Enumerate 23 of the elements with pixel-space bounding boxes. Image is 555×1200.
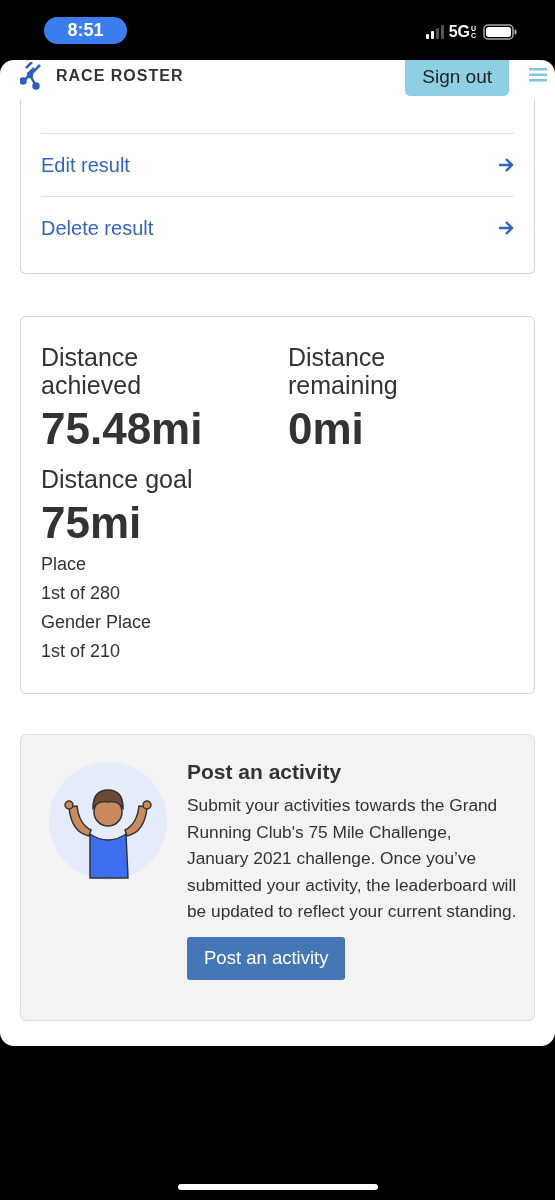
sign-out-button[interactable]: Sign out <box>405 60 509 96</box>
section-title: Post an activity <box>187 760 343 784</box>
signal-icon <box>425 25 444 39</box>
result-link[interactable]: Delete result <box>41 216 154 240</box>
detail-text: Place <box>41 553 88 576</box>
stat-value: 75.48mi <box>41 403 204 455</box>
network-label: 5G <box>448 23 470 41</box>
clock-time: 8:51 <box>44 16 127 44</box>
stat-label: Distance achieved <box>41 343 143 399</box>
detail-text: Gender Place <box>41 611 153 634</box>
stat-label: Distance remaining <box>288 343 399 399</box>
detail-text: 1st of 280 <box>41 582 122 605</box>
post-activity-button[interactable]: Post an activity <box>187 936 346 980</box>
battery-icon <box>483 24 517 40</box>
arrow-right-icon[interactable] <box>498 158 514 172</box>
description-text: Submit your activities towards the Grand Running Club's 75 Mile Challenge, January 2021 challenge. Once you’ve submitted your activity, the leaderboard will be updated to reflect your current standing. <box>187 794 517 924</box>
result-link[interactable]: Edit result <box>41 153 130 177</box>
arrow-right-icon[interactable] <box>498 221 514 235</box>
stat-value: 0mi <box>288 403 365 455</box>
stat-value: 75mi <box>41 497 143 549</box>
brand-name: RACE ROSTER <box>56 67 184 85</box>
stat-label: Distance goal <box>41 465 194 493</box>
detail-text: 1st of 210 <box>41 640 122 663</box>
